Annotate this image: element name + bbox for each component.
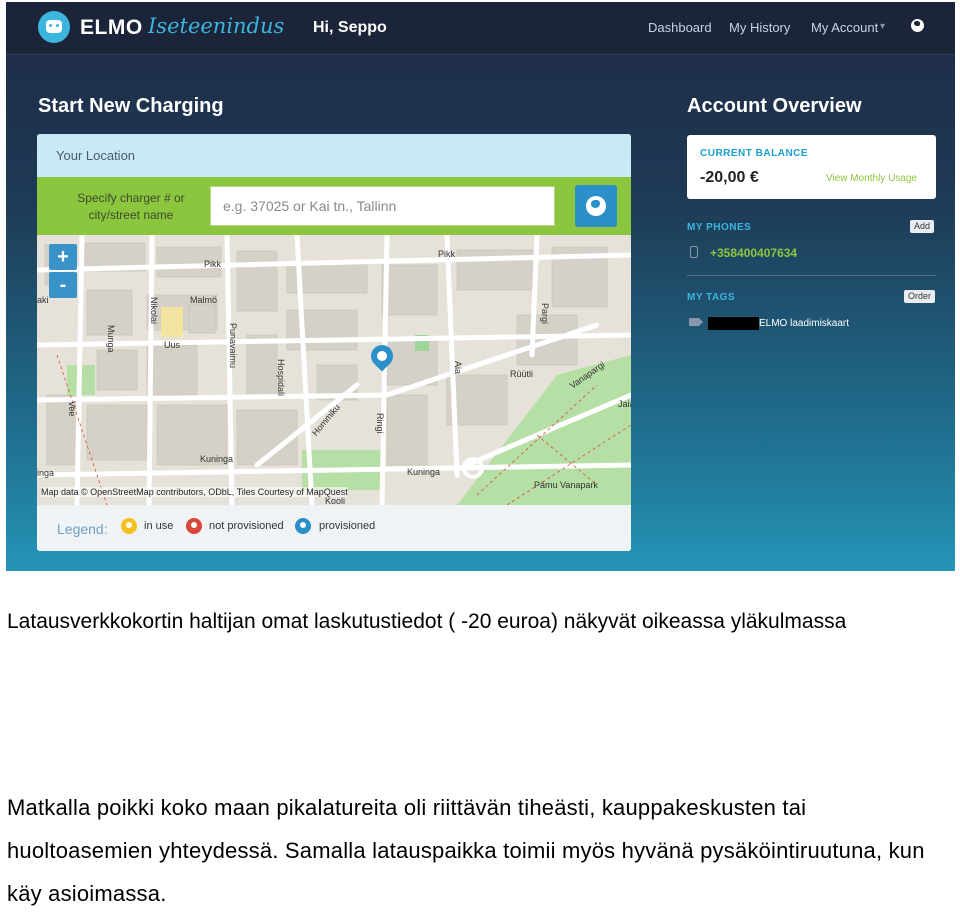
user-greeting: Hi, Seppo — [313, 19, 387, 36]
legend-not-provisioned: not provisioned — [209, 520, 284, 532]
provisioned-charger-icon — [295, 518, 311, 534]
street-label: Hospidali — [276, 359, 286, 397]
balance-card: CURRENT BALANCE -20,00 € View Monthly Us… — [687, 135, 936, 199]
balance-value: -20,00 € — [700, 169, 759, 186]
street-label: Rüütli — [510, 369, 534, 379]
street-label: Jaia — [618, 399, 631, 409]
street-label: Kuninga — [200, 454, 234, 464]
location-title: Your Location — [56, 148, 136, 163]
account-overview-title: Account Overview — [687, 95, 862, 117]
street-label: Pikk — [438, 249, 456, 259]
map-attribution: Map data © OpenStreetMap contributors, O… — [41, 487, 348, 497]
charger-search-input[interactable] — [210, 186, 555, 226]
legend-provisioned: provisioned — [319, 520, 376, 532]
globe-icon — [586, 196, 606, 216]
language-globe-icon[interactable] — [911, 19, 924, 32]
street-label: Munga — [106, 325, 116, 353]
tag-icon — [689, 318, 703, 326]
street-label: Pargi — [540, 303, 550, 325]
app-screenshot: ELMO Iseteenindus Hi, Seppo Dashboard My… — [6, 2, 955, 571]
map-tiles — [37, 235, 631, 505]
tag-name: ELMO laadimiskaart — [759, 318, 850, 329]
search-bar: Specify charger # or city/street name — [37, 177, 631, 235]
divider — [687, 275, 936, 276]
chevron-down-icon[interactable]: ▾ — [880, 21, 885, 32]
add-phone-button[interactable]: Add — [910, 220, 935, 233]
start-charging-title: Start New Charging — [38, 95, 224, 117]
redacted-tag-id — [708, 317, 759, 330]
street-label: Malmö — [190, 295, 218, 305]
street-label: aki — [37, 295, 49, 305]
phone-icon — [690, 246, 698, 258]
street-label: Punavaimu — [228, 323, 238, 369]
street-label: Kuninga — [407, 467, 441, 477]
my-tags-heading: MY TAGS — [687, 292, 736, 303]
street-label: Vee — [67, 401, 77, 417]
street-label: Kooli — [325, 496, 346, 505]
street-label: Nikolai — [149, 297, 159, 325]
caption-paragraph-1: Latausverkkokortin haltijan omat laskutu… — [7, 610, 847, 633]
elmo-logo-icon[interactable] — [38, 11, 70, 43]
street-label: Uus — [164, 340, 181, 350]
phone-number: +358400407634 — [710, 246, 798, 260]
my-phones-heading: MY PHONES — [687, 222, 752, 233]
top-bar: ELMO Iseteenindus Hi, Seppo Dashboard My… — [6, 2, 955, 55]
caption-paragraph-2: Matkalla poikki koko maan pikalatureita … — [7, 795, 925, 906]
street-label: Ringi — [375, 413, 385, 434]
street-label: Pikk — [204, 259, 222, 269]
nav-dashboard[interactable]: Dashboard — [648, 20, 712, 35]
in-use-charger-icon — [121, 518, 137, 534]
legend-in-use: in use — [144, 520, 174, 532]
street-label: inga — [37, 468, 55, 478]
view-monthly-usage-link[interactable]: View Monthly Usage — [826, 173, 917, 184]
legend-title: Legend: — [57, 521, 108, 537]
search-label: Specify charger # or city/street name — [77, 191, 185, 222]
map-legend: Legend: in use not provisioned provision… — [37, 505, 631, 551]
nav-my-account[interactable]: My Account — [811, 20, 878, 35]
order-tag-button[interactable]: Order — [904, 290, 936, 303]
charging-panel: Your Location Specify charger # or city/… — [37, 134, 631, 551]
charger-map[interactable]: + - Pikk Malmö Uus Nikolai Munga Punavai… — [37, 235, 631, 505]
location-header: Your Location — [37, 134, 631, 177]
brand-name[interactable]: ELMO — [80, 16, 143, 40]
locate-button[interactable] — [575, 185, 617, 227]
zoom-out-button[interactable]: - — [49, 272, 77, 298]
zoom-in-button[interactable]: + — [49, 244, 77, 270]
street-label: Aia — [453, 361, 463, 375]
nav-my-history[interactable]: My History — [729, 20, 790, 35]
balance-label: CURRENT BALANCE — [700, 148, 809, 159]
brand-subtitle: Iseteenindus — [148, 14, 285, 38]
not-provisioned-charger-icon — [186, 518, 202, 534]
street-label: Pämu Vanapark — [534, 480, 598, 490]
